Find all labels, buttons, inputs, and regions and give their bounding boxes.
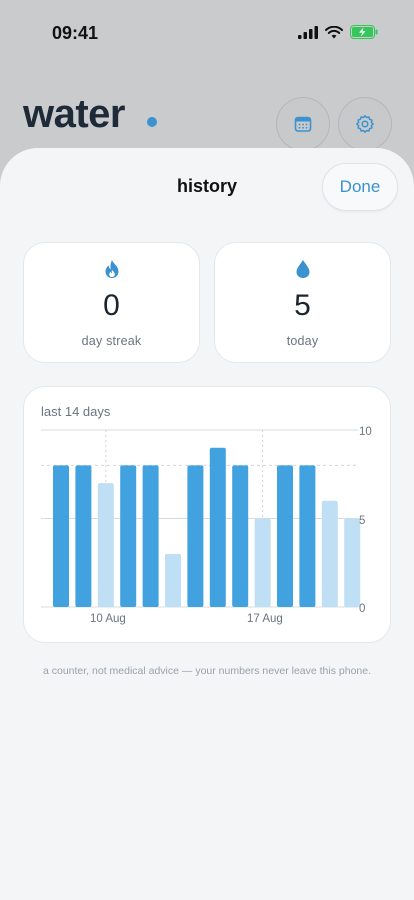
disclaimer-note: a counter, not medical advice — your num… — [42, 665, 372, 677]
bar-day-11[interactable] — [277, 465, 293, 607]
bar-day-10[interactable] — [254, 518, 271, 608]
x-tick-label-10-aug: 10 Aug — [90, 613, 126, 625]
calendar-button[interactable] — [276, 97, 330, 151]
x-tick-label-17-aug: 17 Aug — [247, 613, 283, 625]
y-tick-label-5: 5 — [359, 515, 365, 527]
bar-day-7[interactable] — [187, 465, 204, 607]
status-time: 09:41 — [52, 23, 99, 43]
status-icons — [298, 25, 378, 39]
app-title: water — [23, 92, 126, 136]
streak-value: 0 — [103, 289, 120, 322]
bar-day-5[interactable] — [142, 465, 159, 607]
streak-label: day streak — [81, 334, 142, 348]
history-sheet: history Done 0 day streak 5 today last 1… — [0, 148, 414, 900]
history-bar-chart: 10 5 0 10 Aug 17 Aug — [41, 426, 372, 625]
done-button[interactable]: Done — [322, 163, 398, 211]
water-drop-icon — [296, 260, 309, 278]
flame-icon — [105, 260, 118, 278]
today-card: 5 today — [214, 242, 391, 363]
streak-card: 0 day streak — [23, 242, 200, 363]
bar-day-9[interactable] — [232, 465, 249, 607]
bar-day-2[interactable] — [75, 465, 92, 607]
calendar-icon — [294, 116, 312, 132]
status-bar: 09:41 — [0, 0, 414, 66]
battery-charging-icon — [350, 25, 378, 39]
bar-day-12[interactable] — [299, 465, 316, 607]
cellular-signal-icon — [298, 25, 318, 39]
bar-day-8[interactable] — [209, 447, 226, 607]
bar-day-6[interactable] — [165, 553, 181, 607]
y-tick-label-0: 0 — [359, 603, 365, 615]
bar-day-3[interactable] — [97, 483, 114, 607]
bar-day-14[interactable] — [344, 518, 361, 608]
app-title-dot — [147, 117, 157, 127]
y-tick-label-10: 10 — [359, 426, 372, 438]
gear-icon — [356, 115, 374, 133]
wifi-icon — [325, 25, 343, 38]
bar-day-13[interactable] — [321, 500, 338, 607]
today-value: 5 — [294, 289, 311, 322]
today-label: today — [286, 334, 319, 348]
settings-button[interactable] — [338, 97, 392, 151]
bar-day-4[interactable] — [120, 465, 137, 607]
history-chart-card: last 14 days 10 5 0 10 Aug 17 Aug — [23, 386, 391, 643]
bar-day-1[interactable] — [53, 465, 69, 607]
